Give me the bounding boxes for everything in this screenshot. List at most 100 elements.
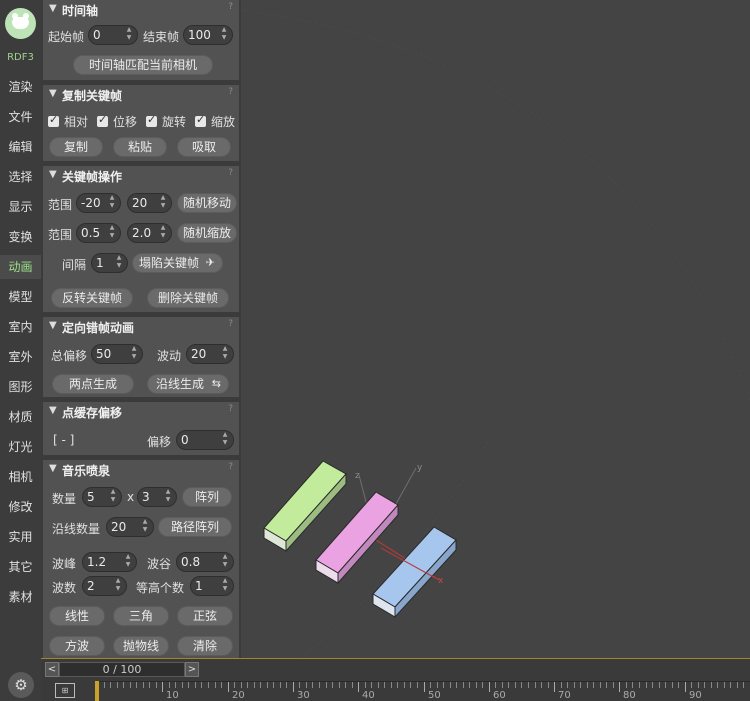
nav-item-animation[interactable]: 动画 [0, 255, 41, 279]
delete-keyframes-button[interactable]: 删除关键帧 [147, 288, 229, 308]
spinner-arrows-icon[interactable]: ▲ ▼ [158, 194, 168, 212]
interval-input[interactable] [96, 255, 114, 271]
help-icon[interactable]: ? [228, 2, 233, 12]
3d-viewport[interactable]: z y x [241, 0, 750, 658]
settings-gear-icon[interactable]: ⚙ [8, 672, 34, 698]
total-offset-input[interactable] [96, 346, 128, 362]
music-fountain-panel-header[interactable]: ▼ 音乐喷泉 ? [43, 460, 239, 480]
wave-count-input[interactable] [87, 578, 112, 594]
peak-spinner[interactable]: ▲▼ [82, 552, 137, 572]
prev-frame-button[interactable]: < [45, 662, 59, 677]
spinner-arrows-icon[interactable]: ▲ ▼ [107, 194, 117, 212]
help-icon[interactable]: ? [228, 462, 233, 472]
spinner-arrows-icon[interactable]: ▲ ▼ [113, 577, 123, 595]
collapse-arrow-icon[interactable]: ▼ [49, 320, 57, 331]
next-frame-button[interactable]: > [185, 662, 199, 677]
nav-item-material[interactable]: 材质 [0, 405, 41, 429]
relative-checkbox[interactable] [48, 113, 59, 127]
point-cache-offset-spinner[interactable]: ▲▼ [176, 430, 234, 450]
collapse-arrow-icon[interactable]: ▼ [49, 3, 57, 14]
start-frame-spinner[interactable]: ▲▼ [88, 25, 138, 45]
clear-button[interactable]: 清除 [177, 636, 233, 656]
square-wave-button[interactable]: 方波 [49, 636, 105, 656]
blue-box[interactable] [372, 526, 457, 619]
range1-min-spinner[interactable]: ▲▼ [76, 193, 121, 213]
interval-spinner[interactable]: ▲▼ [91, 253, 128, 273]
spinner-arrows-icon[interactable]: ▲ ▼ [163, 488, 173, 506]
count-y-spinner[interactable]: ▲▼ [137, 487, 177, 507]
collapse-arrow-icon[interactable]: ▼ [49, 88, 57, 99]
spinner-arrows-icon[interactable]: ▲ ▼ [220, 553, 230, 571]
count-x-input[interactable] [87, 489, 107, 505]
parabola-button[interactable]: 抛物线 [113, 636, 169, 656]
range2-max-input[interactable] [132, 225, 158, 241]
count-y-input[interactable] [142, 489, 162, 505]
nav-item-interior[interactable]: 室内 [0, 315, 41, 339]
collapse-arrow-icon[interactable]: ▼ [49, 405, 57, 416]
spinner-arrows-icon[interactable]: ▲ ▼ [220, 431, 230, 449]
trough-input[interactable] [181, 554, 219, 570]
timeline-ruler[interactable]: 10 20 30 40 50 60 70 80 90 [97, 681, 750, 701]
keyframe-ops-panel-header[interactable]: ▼ 关键帧操作 ? [43, 166, 239, 186]
range1-max-input[interactable] [132, 195, 158, 211]
wave-spinner[interactable]: ▲▼ [186, 344, 234, 364]
point-cache-target[interactable]: [ - ] [53, 433, 74, 447]
height-count-spinner[interactable]: ▲▼ [190, 576, 234, 596]
spinner-arrows-icon[interactable]: ▲ ▼ [107, 224, 117, 242]
rotation-checkbox[interactable] [146, 113, 157, 127]
help-icon[interactable]: ? [228, 319, 233, 329]
array-button[interactable]: 阵列 [182, 487, 232, 507]
point-cache-panel-header[interactable]: ▼ 点缓存偏移 ? [43, 402, 239, 422]
nav-item-edit[interactable]: 编辑 [0, 135, 41, 159]
spinner-arrows-icon[interactable]: ▲ ▼ [220, 577, 230, 595]
along-count-spinner[interactable]: ▲▼ [106, 517, 154, 537]
point-cache-offset-input[interactable] [181, 432, 219, 448]
nav-item-shape[interactable]: 图形 [0, 375, 41, 399]
nav-item-model[interactable]: 模型 [0, 285, 41, 309]
nav-item-light[interactable]: 灯光 [0, 435, 41, 459]
frame-slider[interactable]: 0 / 100 [59, 662, 185, 677]
path-array-button[interactable]: 路径阵列 [158, 517, 232, 537]
end-frame-spinner[interactable]: ▲▼ [183, 25, 233, 45]
triangle-button[interactable]: 三角 [113, 606, 169, 626]
stagger-panel-header[interactable]: ▼ 定向错帧动画 ? [43, 317, 239, 337]
collapse-arrow-icon[interactable]: ▼ [49, 169, 57, 180]
end-frame-input[interactable] [188, 27, 218, 43]
along-line-button[interactable]: 沿线生成 ⇆ [147, 374, 229, 394]
random-scale-button[interactable]: 随机缩放 [177, 223, 237, 243]
spinner-arrows-icon[interactable]: ▲ ▼ [220, 345, 230, 363]
green-box[interactable] [263, 460, 347, 553]
wave-input[interactable] [191, 346, 219, 362]
collapse-arrow-icon[interactable]: ▼ [49, 463, 57, 474]
scale-checkbox[interactable] [195, 113, 206, 127]
nav-item-file[interactable]: 文件 [0, 105, 41, 129]
spinner-arrows-icon[interactable]: ▲ ▼ [219, 26, 229, 44]
range1-max-spinner[interactable]: ▲▼ [127, 193, 172, 213]
nav-item-other[interactable]: 其它 [0, 555, 41, 579]
timeline-panel-header[interactable]: ▼ 时间轴 ? [43, 0, 239, 20]
copy-keyframe-panel-header[interactable]: ▼ 复制关键帧 ? [43, 85, 239, 105]
timeline-cursor[interactable] [95, 681, 99, 701]
set-key-icon[interactable]: ⊞ [55, 683, 75, 698]
paste-button[interactable]: 粘贴 [113, 137, 167, 157]
total-offset-spinner[interactable]: ▲▼ [91, 344, 143, 364]
linear-button[interactable]: 线性 [49, 606, 105, 626]
nav-item-render[interactable]: 渲染 [0, 75, 41, 99]
range2-min-spinner[interactable]: ▲▼ [76, 223, 121, 243]
copy-button[interactable]: 复制 [49, 137, 103, 157]
range1-min-input[interactable] [81, 195, 107, 211]
trough-spinner[interactable]: ▲▼ [176, 552, 234, 572]
spinner-arrows-icon[interactable]: ▲ ▼ [129, 345, 139, 363]
count-x-spinner[interactable]: ▲▼ [82, 487, 122, 507]
help-icon[interactable]: ? [228, 168, 233, 178]
spinner-arrows-icon[interactable]: ▲ ▼ [158, 224, 168, 242]
height-count-input[interactable] [195, 578, 219, 594]
along-count-input[interactable] [111, 519, 139, 535]
spinner-arrows-icon[interactable]: ▲ ▼ [114, 254, 124, 272]
random-move-button[interactable]: 随机移动 [177, 193, 237, 213]
nav-item-modify[interactable]: 修改 [0, 495, 41, 519]
nav-item-transform[interactable]: 变换 [0, 225, 41, 249]
spinner-arrows-icon[interactable]: ▲ ▼ [108, 488, 118, 506]
pink-box[interactable] [315, 491, 399, 585]
absorb-button[interactable]: 吸取 [177, 137, 231, 157]
